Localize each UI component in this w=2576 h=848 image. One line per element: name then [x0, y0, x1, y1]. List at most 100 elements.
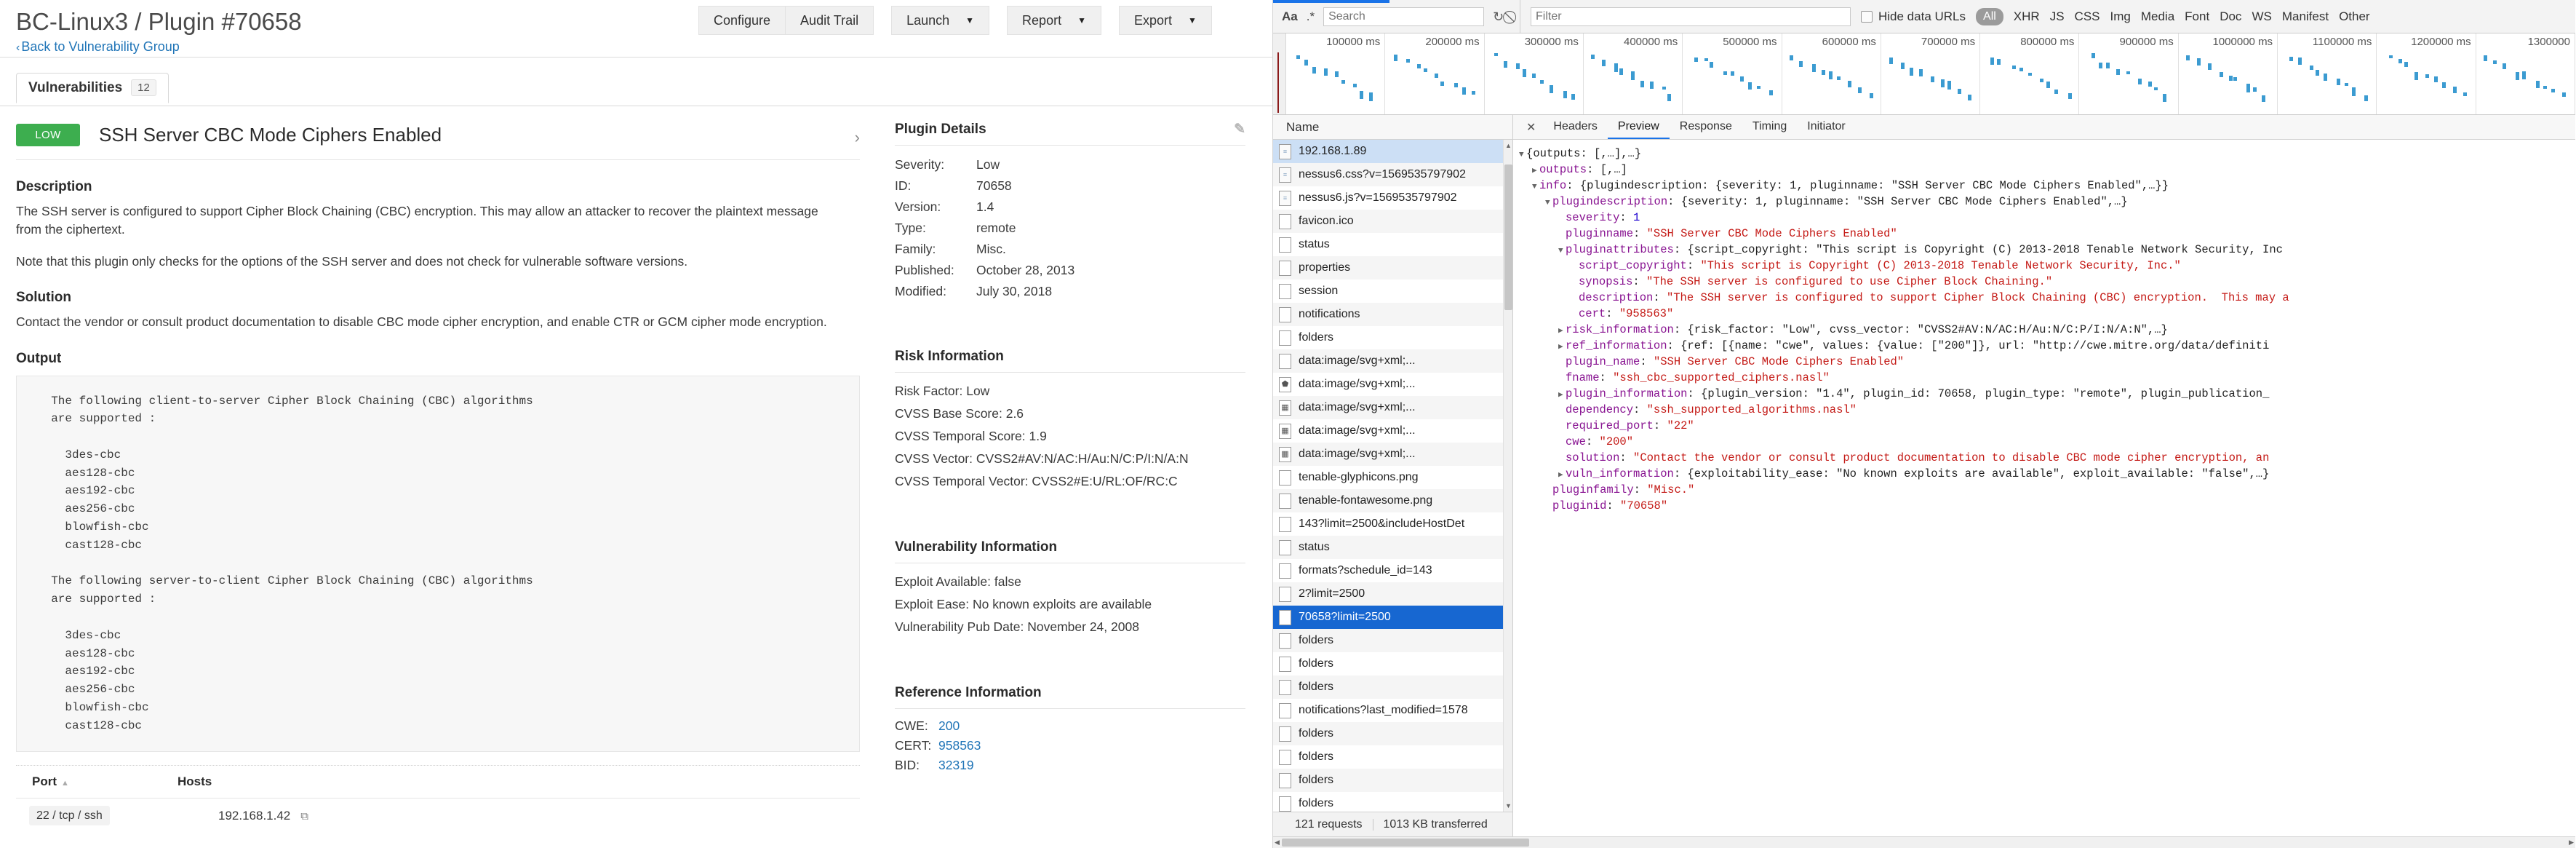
regex-icon[interactable]: .* [1307, 9, 1315, 24]
json-line[interactable]: pluginfamily: "Misc." [1519, 482, 2572, 498]
list-item[interactable]: ⬟data:image/svg+xml;... [1273, 373, 1512, 396]
list-item[interactable]: favicon.ico [1273, 210, 1512, 233]
back-to-vulnerability-group-link[interactable]: ‹Back to Vulnerability Group [16, 39, 180, 55]
horizontal-scrollbar-thumb[interactable] [1282, 839, 1529, 847]
tab-response[interactable]: Response [1670, 115, 1742, 139]
json-line[interactable]: {outputs: [,…],…} [1519, 146, 2572, 162]
horizontal-scrollbar[interactable]: ◀ ▶ [1273, 836, 2575, 848]
type-filter-ws[interactable]: WS [2252, 9, 2271, 24]
type-filter-other[interactable]: Other [2339, 9, 2370, 24]
list-item[interactable]: data:image/svg+xml;... [1273, 349, 1512, 373]
json-line[interactable]: pluginattributes: {script_copyright: "Th… [1519, 242, 2572, 258]
column-header-port[interactable]: Port▲ [32, 774, 178, 789]
list-item[interactable]: ▦data:image/svg+xml;... [1273, 419, 1512, 443]
list-item[interactable]: folders [1273, 792, 1512, 812]
scroll-down-arrow-icon[interactable]: ▼ [1505, 802, 1512, 809]
close-icon[interactable]: ✕ [1519, 115, 1543, 139]
list-item[interactable]: ▦data:image/svg+xml;... [1273, 443, 1512, 466]
list-item[interactable]: 70658?limit=2500 [1273, 606, 1512, 629]
list-item[interactable]: formats?schedule_id=143 [1273, 559, 1512, 582]
refresh-icon[interactable]: ↻ [1493, 10, 1504, 23]
type-filter-font[interactable]: Font [2185, 9, 2209, 24]
list-item[interactable]: folders [1273, 722, 1512, 745]
requests-list[interactable]: ≡192.168.1.89≡nessus6.css?v=156953579790… [1273, 140, 1512, 812]
type-filter-doc[interactable]: Doc [2220, 9, 2241, 24]
json-preview-tree[interactable]: {outputs: [,…],…}outputs: [,…]info: {plu… [1513, 140, 2575, 836]
hide-data-urls-checkbox[interactable]: Hide data URLs [1861, 9, 1966, 24]
json-line[interactable]: outputs: [,…] [1519, 162, 2572, 178]
json-line[interactable]: plugin_information: {plugin_version: "1.… [1519, 386, 2572, 402]
json-line[interactable]: pluginname: "SSH Server CBC Mode Ciphers… [1519, 226, 2572, 242]
triangle-down-icon[interactable] [1545, 198, 1552, 210]
json-line[interactable]: description: "The SSH server is configur… [1519, 290, 2572, 306]
list-item[interactable]: properties [1273, 256, 1512, 280]
list-item[interactable]: ≡nessus6.js?v=1569535797902 [1273, 186, 1512, 210]
triangle-right-icon[interactable] [1558, 342, 1566, 354]
triangle-right-icon[interactable] [1558, 470, 1566, 482]
timeline-canvas[interactable]: 100000 ms200000 ms300000 ms400000 ms5000… [1286, 33, 2575, 114]
json-line[interactable]: plugin_name: "SSH Server CBC Mode Cipher… [1519, 354, 2572, 370]
json-line[interactable]: dependency: "ssh_supported_algorithms.na… [1519, 402, 2572, 418]
network-timeline-overview[interactable]: 100000 ms200000 ms300000 ms400000 ms5000… [1273, 33, 2575, 115]
type-filter-js[interactable]: JS [2050, 9, 2065, 24]
list-item[interactable]: notifications?last_modified=1578 [1273, 699, 1512, 722]
chevron-right-icon[interactable]: › [855, 128, 860, 147]
json-line[interactable]: fname: "ssh_cbc_supported_ciphers.nasl" [1519, 370, 2572, 386]
list-item[interactable]: folders [1273, 675, 1512, 699]
type-filter-media[interactable]: Media [2141, 9, 2174, 24]
json-line[interactable]: pluginid: "70658" [1519, 498, 2572, 514]
list-item[interactable]: ≡192.168.1.89 [1273, 140, 1512, 163]
json-line[interactable]: severity: 1 [1519, 210, 2572, 226]
tab-preview[interactable]: Preview [1608, 115, 1670, 139]
json-line[interactable]: info: {plugindescription: {severity: 1, … [1519, 178, 2572, 194]
table-row[interactable]: 22 / tcp / ssh 192.168.1.42⧉ [16, 799, 860, 833]
triangle-right-icon[interactable] [1532, 166, 1539, 178]
type-filter-css[interactable]: CSS [2075, 9, 2100, 24]
requests-column-header[interactable]: Name [1273, 115, 1512, 140]
list-item[interactable]: ▦data:image/svg+xml;... [1273, 396, 1512, 419]
requests-scrollbar[interactable]: ▲ ▼ [1503, 140, 1512, 812]
filter-input[interactable] [1531, 7, 1851, 26]
external-link-icon[interactable]: ⧉ [300, 810, 308, 823]
list-item[interactable]: status [1273, 233, 1512, 256]
json-line[interactable]: ref_information: {ref: [{name: "cwe", va… [1519, 338, 2572, 354]
triangle-right-icon[interactable] [1558, 326, 1566, 338]
triangle-down-icon[interactable] [1519, 150, 1526, 162]
list-item[interactable]: folders [1273, 652, 1512, 675]
tab-headers[interactable]: Headers [1543, 115, 1607, 139]
scroll-right-arrow-icon[interactable]: ▶ [2569, 839, 2574, 847]
list-item[interactable]: tenable-glyphicons.png [1273, 466, 1512, 489]
list-item[interactable]: folders [1273, 745, 1512, 769]
tab-vulnerabilities[interactable]: Vulnerabilities 12 [16, 73, 169, 103]
type-filter-all[interactable]: All [1976, 8, 2003, 25]
list-item[interactable]: tenable-fontawesome.png [1273, 489, 1512, 512]
list-item[interactable]: folders [1273, 769, 1512, 792]
reference-link[interactable]: 200 [938, 718, 960, 733]
launch-button[interactable]: Launch▼ [891, 6, 989, 35]
scroll-up-arrow-icon[interactable]: ▲ [1505, 142, 1512, 149]
scroll-left-arrow-icon[interactable]: ◀ [1275, 839, 1280, 847]
json-line[interactable]: vuln_information: {exploitability_ease: … [1519, 466, 2572, 482]
json-line[interactable]: plugindescription: {severity: 1, pluginn… [1519, 194, 2572, 210]
list-item[interactable]: folders [1273, 326, 1512, 349]
json-line[interactable]: cwe: "200" [1519, 434, 2572, 450]
list-item[interactable]: ≡nessus6.css?v=1569535797902 [1273, 163, 1512, 186]
match-case-icon[interactable]: Aa [1282, 9, 1298, 24]
triangle-right-icon[interactable] [1558, 390, 1566, 402]
audit-trail-button[interactable]: Audit Trail [785, 6, 874, 35]
list-item[interactable]: status [1273, 536, 1512, 559]
export-button[interactable]: Export▼ [1119, 6, 1212, 35]
json-line[interactable]: script_copyright: "This script is Copyri… [1519, 258, 2572, 274]
configure-button[interactable]: Configure [698, 6, 785, 35]
list-item[interactable]: folders [1273, 629, 1512, 652]
triangle-down-icon[interactable] [1532, 182, 1539, 194]
triangle-down-icon[interactable] [1558, 246, 1566, 258]
type-filter-xhr[interactable]: XHR [2014, 9, 2040, 24]
tab-timing[interactable]: Timing [1742, 115, 1797, 139]
type-filter-manifest[interactable]: Manifest [2282, 9, 2329, 24]
search-input[interactable] [1323, 7, 1484, 26]
list-item[interactable]: 143?limit=2500&includeHostDet [1273, 512, 1512, 536]
json-line[interactable]: cert: "958563" [1519, 306, 2572, 322]
reference-link[interactable]: 32319 [938, 758, 974, 772]
json-line[interactable]: solution: "Contact the vendor or consult… [1519, 450, 2572, 466]
